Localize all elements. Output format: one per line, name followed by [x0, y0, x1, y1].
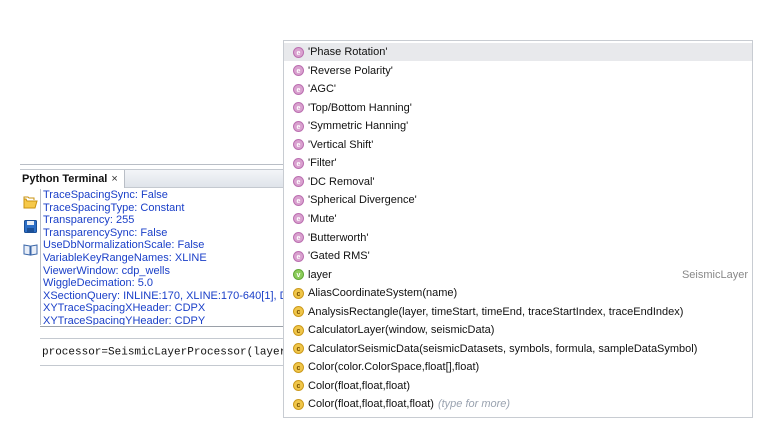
autocomplete-item-label: layer — [308, 268, 332, 281]
python-terminal-panel: Python Terminal × TraceSpacingSync: Fals… — [0, 0, 300, 430]
book-icon[interactable] — [22, 241, 38, 257]
enum-constant-icon: e — [293, 46, 304, 58]
enum-constant-icon: e — [293, 213, 304, 225]
enum-constant-icon: e — [293, 102, 304, 114]
autocomplete-item-type: SeismicLayer — [681, 268, 748, 281]
class-constructor-icon: c — [293, 380, 304, 392]
class-constructor-icon: c — [293, 324, 304, 336]
autocomplete-item-label: 'Butterworth' — [308, 231, 369, 244]
enum-constant-icon: e — [293, 176, 304, 188]
autocomplete-item-label: 'Spherical Divergence' — [308, 194, 417, 207]
autocomplete-item-label: 'Gated RMS' — [308, 250, 370, 263]
tab-label: Python Terminal — [22, 172, 108, 185]
class-constructor-icon: c — [293, 343, 304, 355]
terminal-input-value: processor=SeismicLayerProcessor(layer, — [42, 346, 293, 359]
autocomplete-item-label: CalculatorSeismicData(seismicDatasets, s… — [308, 342, 698, 355]
autocomplete-item[interactable]: e 'Reverse Polarity' — [284, 62, 752, 80]
terminal-tab-bar: Python Terminal × — [20, 169, 290, 188]
enum-constant-icon: e — [293, 120, 304, 132]
autocomplete-item[interactable]: c AliasCoordinateSystem(name) — [284, 284, 752, 302]
enum-constant-icon: e — [293, 83, 304, 95]
autocomplete-item-label: 'DC Removal' — [308, 175, 375, 188]
output-line: XYTraceSpacingYHeader: CDPY — [43, 314, 206, 325]
output-line: XSectionQuery: INLINE:170, XLINE:170-640… — [43, 289, 290, 302]
output-line: ViewerWindow: cdp_wells — [43, 264, 170, 277]
autocomplete-item-label: 'Mute' — [308, 212, 337, 225]
autocomplete-item[interactable]: v layer SeismicLayer — [284, 266, 752, 284]
variable-icon: v — [293, 269, 304, 281]
autocomplete-item[interactable]: c CalculatorSeismicData(seismicDatasets, … — [284, 340, 752, 358]
class-constructor-icon: c — [293, 398, 304, 410]
output-line: VariableKeyRangeNames: XLINE — [43, 251, 207, 264]
terminal-output: TraceSpacingSync: False TraceSpacingType:… — [40, 189, 290, 325]
enum-constant-icon: e — [293, 139, 304, 151]
autocomplete-item[interactable]: e 'Gated RMS' — [284, 247, 752, 265]
class-constructor-icon: c — [293, 287, 304, 299]
autocomplete-item[interactable]: e 'Phase Rotation' — [284, 43, 752, 61]
autocomplete-item-label: 'Filter' — [308, 157, 337, 170]
output-line: TraceSpacingSync: False — [43, 189, 168, 201]
tab-python-terminal[interactable]: Python Terminal × — [20, 170, 125, 188]
autocomplete-item-label: AliasCoordinateSystem(name) — [308, 287, 458, 300]
autocomplete-item-label: Color(float,float,float,float) — [308, 398, 434, 411]
save-icon[interactable] — [22, 218, 38, 234]
output-line: Transparency: 255 — [43, 214, 135, 227]
class-constructor-icon: c — [293, 306, 304, 318]
output-line: UseDbNormalizationScale: False — [43, 239, 205, 252]
autocomplete-item-label: 'Symmetric Hanning' — [308, 120, 409, 133]
autocomplete-item-label: Color(float,float,float) — [308, 379, 411, 392]
autocomplete-item-label: 'Phase Rotation' — [308, 46, 388, 58]
enum-constant-icon: e — [293, 232, 304, 243]
autocomplete-item[interactable]: e 'Vertical Shift' — [284, 136, 752, 154]
enum-constant-icon: e — [293, 194, 304, 206]
output-line: TraceSpacingType: Constant — [43, 201, 185, 214]
autocomplete-item[interactable]: e 'Symmetric Hanning' — [284, 117, 752, 135]
class-constructor-icon: c — [293, 361, 304, 373]
output-line: WiggleDecimation: 5.0 — [43, 277, 154, 290]
autocomplete-item[interactable]: c Color(float,float,float,float) (type for… — [284, 395, 752, 413]
autocomplete-item-label: 'Top/Bottom Hanning' — [308, 101, 412, 114]
autocomplete-item-label: Color(color.ColorSpace,float[],float) — [308, 361, 480, 374]
autocomplete-item[interactable]: c Color(float,float,float) — [284, 377, 752, 395]
autocomplete-hint: (type for more) — [437, 398, 511, 411]
autocomplete-item[interactable]: e 'Mute' — [284, 210, 752, 228]
open-folder-icon[interactable] — [22, 194, 38, 210]
autocomplete-item-label: CalculatorLayer(window, seismicData) — [308, 324, 495, 337]
autocomplete-item-label: 'Vertical Shift' — [308, 138, 374, 151]
enum-constant-icon: e — [293, 65, 304, 77]
autocomplete-item[interactable]: e 'Butterworth' — [284, 229, 752, 247]
close-icon[interactable]: × — [111, 171, 117, 188]
output-line: TransparencySync: False — [43, 226, 168, 239]
enum-constant-icon: e — [293, 157, 304, 169]
autocomplete-item[interactable]: c CalculatorLayer(window, seismicData) — [284, 321, 752, 339]
panel-top-border — [20, 164, 290, 165]
output-line: XYTraceSpacingXHeader: CDPX — [43, 302, 206, 315]
autocomplete-item-label: 'AGC' — [308, 83, 337, 96]
enum-constant-icon: e — [293, 250, 304, 262]
terminal-toolbar — [20, 189, 40, 369]
autocomplete-item[interactable]: e 'Filter' — [284, 154, 752, 172]
terminal-input-field[interactable]: processor=SeismicLayerProcessor(layer, — [40, 338, 300, 366]
autocomplete-item[interactable]: e 'Top/Bottom Hanning' — [284, 99, 752, 117]
output-divider — [40, 326, 290, 327]
autocomplete-item-label: AnalysisRectangle(layer, timeStart, time… — [308, 305, 684, 318]
autocomplete-item[interactable]: e 'AGC' — [284, 80, 752, 98]
autocomplete-popup: e 'Phase Rotation' e 'Reverse Polarity' e 'AG… — [283, 40, 753, 418]
autocomplete-item-label: 'Reverse Polarity' — [308, 64, 393, 77]
autocomplete-item[interactable]: e 'DC Removal' — [284, 173, 752, 191]
autocomplete-item[interactable]: e 'Spherical Divergence' — [284, 191, 752, 209]
autocomplete-item[interactable]: c AnalysisRectangle(layer, timeStart, tim… — [284, 303, 752, 321]
autocomplete-item[interactable]: c Color(color.ColorSpace,float[],float) — [284, 358, 752, 376]
